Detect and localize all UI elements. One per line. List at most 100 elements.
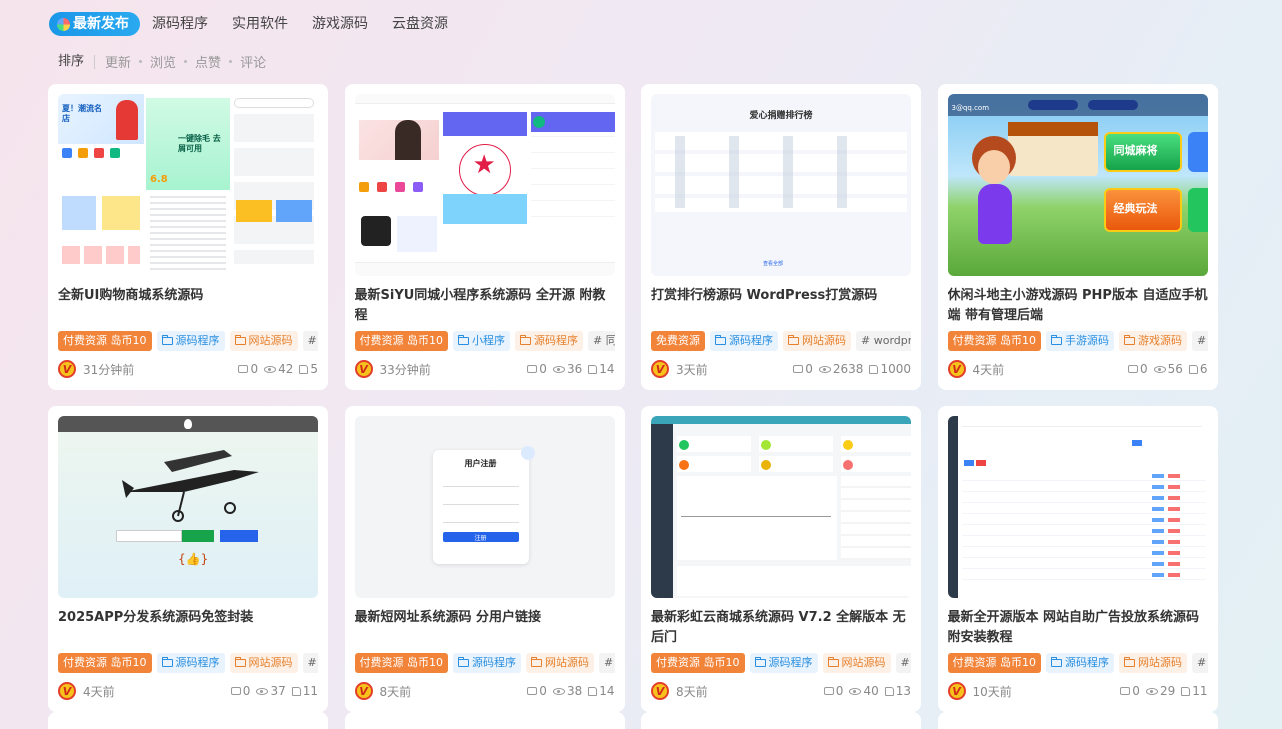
post-card[interactable]: 用户注册 注册 最新短网址系统源码 分用户链接 付费资源 岛币10 源码程序 网… xyxy=(344,406,625,712)
avatar[interactable]: V xyxy=(58,360,76,378)
price-tag[interactable]: 付费资源 岛币10 xyxy=(354,653,448,673)
tab-label: 实用软件 xyxy=(232,16,288,32)
post-card[interactable]: 最新全开源版本 网站自助广告投放系统源码 附安装教程 付费资源 岛币10 源码程… xyxy=(937,406,1218,712)
post-time: 8天前 xyxy=(676,684,708,699)
post-card[interactable]: {👍} 2025APP分发系统源码免签封装 付费资源 岛币10 源码程序 网站源… xyxy=(48,406,328,712)
category-tag[interactable]: 源码程序 xyxy=(710,331,778,351)
post-title[interactable]: 最新短网址系统源码 分用户链接 xyxy=(355,608,615,628)
price-tag[interactable]: 免费资源 xyxy=(651,331,705,351)
post-title[interactable]: 休闲斗地主小游戏源码 PHP版本 自适应手机端 带有管理后端 xyxy=(948,286,1208,326)
price-tag[interactable]: 付费资源 岛币10 xyxy=(947,331,1041,351)
tag-list: 免费资源 源码程序 网站源码 # wordpr xyxy=(651,331,911,351)
category-tag[interactable]: 网站源码 xyxy=(783,331,851,351)
price-tag[interactable]: 付费资源 岛币10 xyxy=(354,331,448,351)
sort-views[interactable]: 浏览 xyxy=(150,52,176,71)
sort-update[interactable]: 更新 xyxy=(105,52,131,71)
category-tag[interactable]: 网站源码 xyxy=(229,331,298,351)
category-tag[interactable]: 源码程序 xyxy=(156,653,225,673)
post-meta: V 4天前 0 37 11 xyxy=(58,682,318,700)
hashtag-tag[interactable]: # xyxy=(895,653,911,673)
tag-list: 付费资源 岛币10 小程序 源码程序 # 同 xyxy=(354,331,615,351)
post-thumbnail[interactable]: 3@qq.com 同城麻将 经典玩法 xyxy=(947,94,1208,276)
eye-icon xyxy=(552,687,565,695)
hashtag-tag[interactable]: # xyxy=(1192,653,1208,673)
post-stats: 0 37 11 xyxy=(225,684,318,698)
sort-comments[interactable]: 评论 xyxy=(240,52,266,71)
tab-cloud-drive[interactable]: 云盘资源 xyxy=(380,12,460,36)
post-thumbnail[interactable]: 爱心捐赠排行榜 查看全部 xyxy=(651,94,911,276)
price-tag[interactable]: 付费资源 岛币10 xyxy=(947,653,1041,673)
comment-icon xyxy=(793,365,804,373)
post-card[interactable]: 夏！潮流名店 一键除毛 去屑可用 6.8 全新UI购物商城系统源码 付费资源 岛… xyxy=(48,84,328,390)
hashtag-tag[interactable]: # xyxy=(302,331,318,351)
category-tag[interactable]: 源码程序 xyxy=(515,331,583,351)
post-card[interactable]: 最新彩虹云商城系统源码 V7.2 全解版本 无后门 付费资源 岛币10 源码程序… xyxy=(641,406,921,712)
hashtag-tag[interactable]: # xyxy=(599,653,615,673)
hashtag-tag[interactable]: # xyxy=(1192,331,1208,351)
tab-game-source[interactable]: 游戏源码 xyxy=(300,12,380,36)
avatar[interactable]: V xyxy=(947,360,966,378)
folder-icon xyxy=(754,657,766,667)
tab-latest[interactable]: 最新发布 xyxy=(49,12,140,36)
comment-icon xyxy=(1120,687,1131,695)
post-stats: 0 38 14 xyxy=(521,684,615,698)
comment-icon xyxy=(823,687,834,695)
post-card[interactable]: 爱心捐赠排行榜 查看全部 打赏排行榜源码 WordPress打赏源码 免费资源 … xyxy=(641,84,921,390)
post-thumbnail[interactable]: {👍} xyxy=(58,416,318,598)
post-thumbnail[interactable] xyxy=(651,416,911,598)
avatar[interactable]: V xyxy=(947,682,966,700)
category-tag[interactable]: 网站源码 xyxy=(1119,653,1187,673)
price-tag[interactable]: 付费资源 岛币10 xyxy=(58,653,152,673)
thumb-game-button: 同城麻将 xyxy=(1113,144,1158,157)
post-card-partial[interactable] xyxy=(48,712,328,729)
avatar[interactable]: V xyxy=(58,682,76,700)
category-tag[interactable]: 网站源码 xyxy=(822,653,891,673)
post-card-partial[interactable] xyxy=(344,712,625,729)
post-time: 33分钟前 xyxy=(379,362,431,377)
post-thumbnail[interactable] xyxy=(947,416,1208,598)
like-count: 11 xyxy=(302,684,318,698)
category-tag[interactable]: 源码程序 xyxy=(156,331,225,351)
post-card-partial[interactable] xyxy=(641,712,921,729)
avatar[interactable]: V xyxy=(354,360,373,378)
post-card-partial[interactable] xyxy=(937,712,1218,729)
avatar[interactable]: V xyxy=(651,360,669,378)
folder-icon xyxy=(520,335,531,345)
post-title[interactable]: 2025APP分发系统源码免签封装 xyxy=(58,608,318,628)
folder-icon xyxy=(161,657,173,667)
price-tag[interactable]: 付费资源 岛币10 xyxy=(651,653,745,673)
hashtag-tag[interactable]: # 同 xyxy=(588,331,615,351)
category-tag[interactable]: 游戏源码 xyxy=(1119,331,1187,351)
hashtag-tag[interactable]: # wordpr xyxy=(856,331,911,351)
avatar[interactable]: V xyxy=(354,682,373,700)
category-tag[interactable]: 源码程序 xyxy=(453,653,521,673)
tab-source-code[interactable]: 源码程序 xyxy=(140,12,220,36)
comment-count: 0 xyxy=(1139,362,1148,376)
category-tag[interactable]: 网站源码 xyxy=(526,653,594,673)
post-title[interactable]: 最新SiYU同城小程序系统源码 全开源 附教程 xyxy=(355,286,615,326)
thumbs-up-icon xyxy=(588,686,598,696)
comment-icon xyxy=(527,687,538,695)
category-tabs: 最新发布 源码程序 实用软件 游戏源码 云盘资源 xyxy=(49,12,460,36)
post-title[interactable]: 最新彩虹云商城系统源码 V7.2 全解版本 无后门 xyxy=(651,608,911,648)
post-title[interactable]: 打赏排行榜源码 WordPress打赏源码 xyxy=(651,286,911,306)
post-thumbnail[interactable]: 夏！潮流名店 一键除毛 去屑可用 6.8 xyxy=(58,94,318,276)
post-title[interactable]: 全新UI购物商城系统源码 xyxy=(58,286,318,306)
post-card[interactable]: 3@qq.com 同城麻将 经典玩法 休闲斗地主小游戏源码 PHP版本 自适应手… xyxy=(937,84,1218,390)
tab-software[interactable]: 实用软件 xyxy=(220,12,300,36)
category-tag[interactable]: 手游源码 xyxy=(1046,331,1114,351)
post-thumbnail[interactable]: 用户注册 注册 xyxy=(354,416,615,598)
category-tag[interactable]: 小程序 xyxy=(453,331,510,351)
sort-likes[interactable]: 点赞 xyxy=(195,52,221,71)
price-tag[interactable]: 付费资源 岛币10 xyxy=(58,331,152,351)
avatar[interactable]: V xyxy=(651,682,669,700)
post-thumbnail[interactable]: ★ xyxy=(354,94,615,276)
post-meta: V 10天前 0 29 11 xyxy=(947,682,1208,700)
hashtag-tag[interactable]: # xyxy=(302,653,318,673)
category-tag[interactable]: 网站源码 xyxy=(229,653,298,673)
post-title[interactable]: 最新全开源版本 网站自助广告投放系统源码 附安装教程 xyxy=(948,608,1208,648)
folder-icon xyxy=(827,657,839,667)
category-tag[interactable]: 源码程序 xyxy=(749,653,818,673)
category-tag[interactable]: 源码程序 xyxy=(1046,653,1114,673)
post-card[interactable]: ★ 最新SiYU同城小程序系统源码 全开源 附教程 付费资源 岛币10 小程序 … xyxy=(344,84,625,390)
